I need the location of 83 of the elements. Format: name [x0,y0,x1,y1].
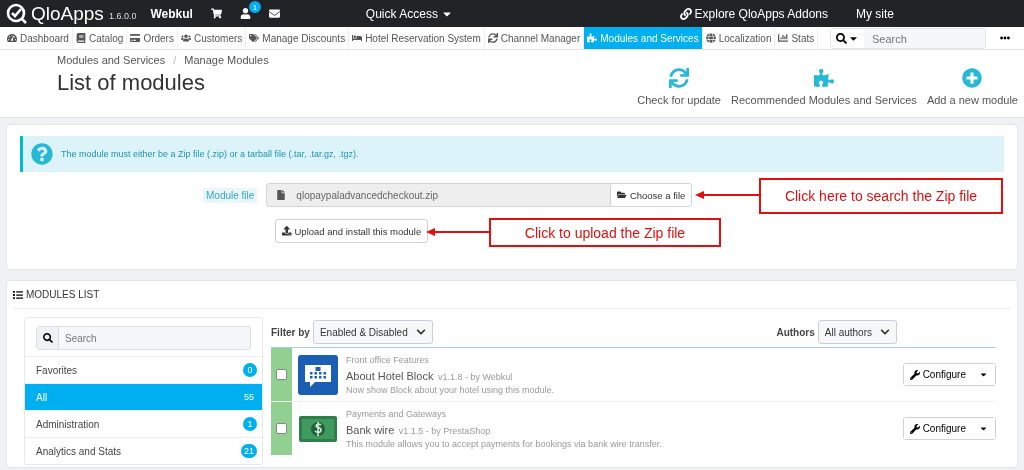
file-input[interactable]: qlopaypaladvancedcheckout.zip Choose a file [266,183,693,207]
nav-tab[interactable]: Catalog [72,27,128,49]
module-description: This module allows you to accept payments for bookings via bank wire transfer. [346,438,663,449]
status-filter-select[interactable]: Enabled & Disabled [312,320,433,344]
module-search-field[interactable]: Search [59,327,250,349]
puzzle-icon [587,33,598,43]
filter-label: Filter by [271,326,310,338]
chevron-icon [880,327,890,337]
wrench-icon [909,369,920,380]
help-icon [31,143,53,165]
bed-icon [352,33,363,43]
callout-note: Click to upload the Zip file [489,218,721,247]
folder-icon [617,190,627,200]
nav-tab[interactable]: Localization [702,27,776,49]
nav-tab[interactable]: Hotel Reservation System [349,27,485,49]
panel-title: MODULES LIST [26,289,100,300]
category-count: 0 [243,363,257,377]
file-icon [276,190,287,200]
upload-button[interactable]: Upload and install this module [275,219,429,243]
breadcrumb-separator: / [173,54,177,66]
nav-tab[interactable]: Dashboard [4,27,73,49]
module-name: About Hotel Block [346,369,434,382]
list-icon [13,289,23,300]
my-site-link[interactable]: My site [856,6,894,21]
chevron-icon [415,327,426,337]
callout-note: Click here to search the Zip file [759,178,1003,214]
notification-badge: 1 [248,1,261,13]
cart-icon[interactable] [210,8,222,19]
field-label: Module file [203,187,258,203]
addons-link[interactable]: Explore QloApps Addons [679,6,828,21]
shop-name: Webkul [150,6,193,21]
mail-icon[interactable] [268,8,280,19]
credit-card-icon [130,33,141,43]
globe-icon [705,33,716,43]
bar-chart-icon [778,33,789,43]
brand-name: QloApps [31,2,104,25]
info-text: The module must either be a Zip file (.zip) or a tarball file (.tar, .tar.gz, .tgz). [61,149,359,159]
refresh-icon [669,68,690,88]
category-count: 1 [243,417,257,431]
module-category: Front office Features [346,354,430,365]
page-title: List of modules [57,70,206,96]
toolbar-button[interactable]: Recommended Modules and Services [726,50,922,117]
category-count: 55 [243,391,255,404]
user-icon[interactable] [239,8,251,19]
arrow-line [426,227,490,237]
tags-icon [249,33,260,43]
nav-tab[interactable]: Stats [775,27,819,49]
upload-icon [282,226,292,236]
nav-tab[interactable]: Customers [177,27,247,49]
arrow-line [695,190,760,200]
search-icon [42,333,53,343]
module-description: Now show Block about your hotel using this module. [346,384,556,395]
quick-access-menu[interactable]: Quick Access [365,6,453,21]
refresh-icon [487,33,498,43]
version-text: 1.6.0.0 [108,10,137,21]
module-version: v1.1.5 - by PrestaShop [398,425,491,436]
choose-file-button[interactable]: Choose a file [610,184,692,206]
module-version: v1.1.8 - by Webkul [437,371,513,382]
wrench-icon [909,423,920,434]
nav-tab[interactable]: Manage Discounts [246,27,350,49]
gauge-icon [7,33,17,43]
module-category: Payments and Gateways [346,408,448,419]
caret-icon [979,370,988,379]
checkbox[interactable] [276,369,287,380]
breadcrumb-link[interactable]: Modules and Services [57,54,166,66]
search-box[interactable]: Search [36,326,251,350]
add-icon [962,68,983,88]
module-name: Bank wire [346,423,395,436]
link-icon [679,7,692,20]
authors-label: Authors [776,326,815,338]
category-count: 21 [241,444,257,458]
toolbar-button[interactable]: Add a new module [921,50,1023,117]
category-item[interactable]: Analytics and Stats 21 [25,437,262,464]
puzzle-icon [813,68,834,88]
hotel-icon [298,354,338,395]
nav-tab[interactable]: Orders [127,27,178,49]
book-icon [75,33,86,43]
checkbox[interactable] [276,423,287,434]
breadcrumb-link[interactable]: Manage Modules [184,54,269,66]
caret-icon [979,424,988,433]
toolbar-button[interactable]: Check for update [632,50,726,117]
authors-select[interactable]: All authors [817,320,897,344]
users-icon [180,33,191,43]
